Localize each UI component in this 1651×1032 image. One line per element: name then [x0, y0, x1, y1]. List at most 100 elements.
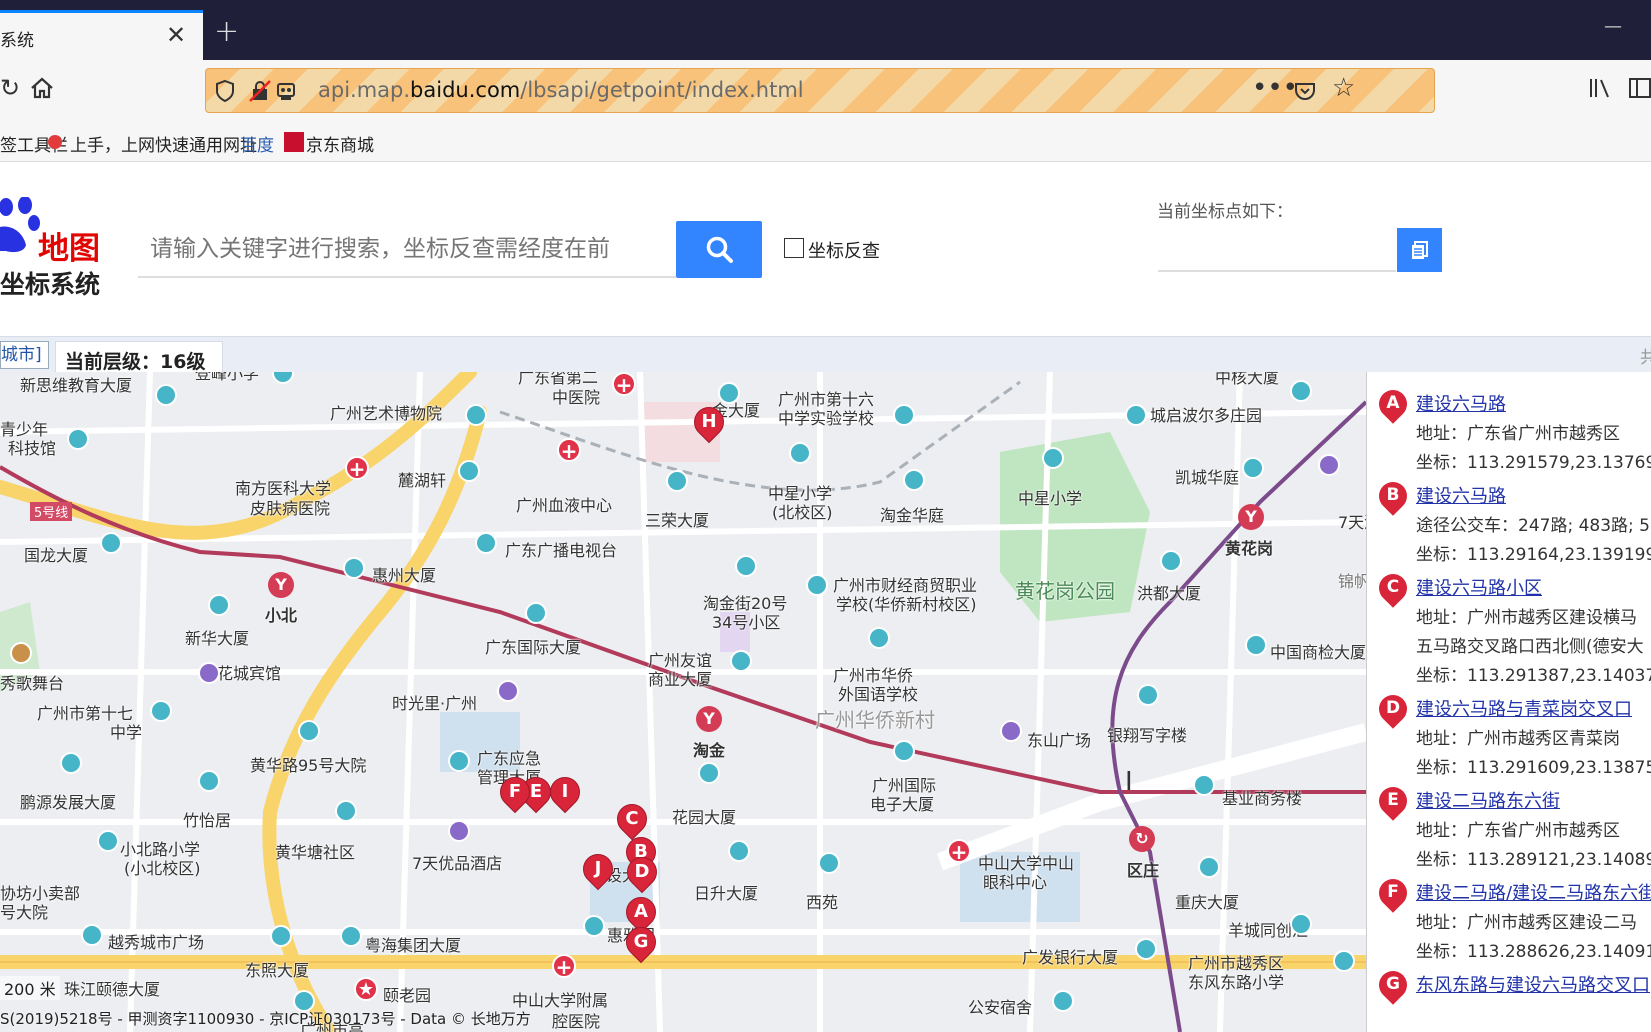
hospital-icon[interactable]: +	[947, 839, 971, 863]
result-name-link[interactable]: 建设六马路与青菜岗交叉口	[1416, 695, 1632, 721]
active-tab[interactable]: 系统 ✕	[0, 10, 203, 60]
poi-icon[interactable]	[97, 830, 119, 852]
sidebar-icon[interactable]	[1628, 76, 1651, 100]
search-button[interactable]	[676, 221, 762, 278]
pocket-icon[interactable]	[1293, 79, 1317, 103]
poi-icon[interactable]	[335, 800, 357, 822]
poi-icon[interactable]	[525, 602, 547, 624]
marker-i[interactable]: I	[543, 770, 587, 817]
poi-icon[interactable]	[475, 532, 497, 554]
shield-icon[interactable]	[214, 79, 236, 103]
more-actions-icon[interactable]: •••	[1252, 73, 1298, 103]
metro-station-icon[interactable]: Y	[696, 706, 722, 732]
poi-icon[interactable]	[67, 428, 89, 450]
shopping-icon[interactable]	[497, 680, 519, 702]
result-name-link[interactable]: 东风东路与建设六马路交叉口	[1416, 971, 1650, 997]
poi-icon[interactable]	[730, 650, 752, 672]
marker-d[interactable]: D	[620, 850, 664, 897]
hospital-icon[interactable]: +	[345, 456, 369, 480]
poi-icon[interactable]	[81, 924, 103, 946]
poi-icon[interactable]	[903, 469, 925, 491]
home-icon[interactable]	[29, 75, 55, 101]
poi-icon[interactable]	[298, 720, 320, 742]
marker-g[interactable]: G	[619, 920, 663, 967]
minimize-icon[interactable]: —	[1604, 16, 1622, 37]
marker-h[interactable]: H	[687, 400, 731, 447]
reverse-lookup-checkbox[interactable]	[784, 238, 804, 258]
bookmark-item[interactable]: 百度	[240, 131, 274, 156]
poi-icon[interactable]	[1242, 457, 1264, 479]
poi-icon[interactable]	[868, 627, 890, 649]
poi-icon[interactable]	[60, 752, 82, 774]
poi-icon[interactable]	[666, 470, 688, 492]
poi-icon[interactable]	[1245, 634, 1267, 656]
result-name-link[interactable]: 建设二马路/建设二马路东六街	[1416, 879, 1651, 905]
poi-icon[interactable]	[343, 557, 365, 579]
poi-icon[interactable]	[208, 594, 230, 616]
landmark-star-icon[interactable]: ★	[354, 977, 378, 1001]
poi-icon[interactable]	[100, 532, 122, 554]
poi-icon[interactable]	[155, 384, 177, 406]
poi-icon[interactable]	[1052, 990, 1074, 1012]
bookmark-item[interactable]: 上手，上网快速通用网址	[70, 131, 257, 156]
switch-city-link[interactable]: 城市]	[0, 341, 49, 369]
poi-icon[interactable]	[1042, 447, 1064, 469]
metro-station-icon[interactable]: Y	[268, 572, 294, 598]
poi-icon[interactable]	[728, 840, 750, 862]
poi-icon[interactable]	[458, 460, 480, 482]
result-name-link[interactable]: 建设六马路小区	[1416, 574, 1542, 600]
hospital-icon[interactable]: +	[552, 954, 576, 978]
poi-icon[interactable]	[718, 382, 740, 404]
poi-icon[interactable]	[1160, 550, 1182, 572]
bookmark-star-icon[interactable]: ☆	[1332, 73, 1355, 103]
poi-icon[interactable]	[1135, 938, 1157, 960]
poi-icon[interactable]	[893, 740, 915, 762]
library-icon[interactable]	[1587, 76, 1613, 100]
permissions-icon[interactable]	[274, 79, 298, 103]
theatre-icon[interactable]	[10, 642, 32, 664]
coordinate-field[interactable]	[1158, 228, 1396, 272]
insecure-lock-icon[interactable]	[248, 79, 272, 103]
marker-f[interactable]: F	[493, 770, 537, 817]
poi-icon[interactable]	[465, 404, 487, 426]
search-input[interactable]	[150, 233, 660, 265]
metro-station-icon[interactable]: ↻	[1129, 826, 1155, 852]
hotel-icon[interactable]	[198, 662, 220, 684]
poi-icon[interactable]	[893, 404, 915, 426]
result-name-link[interactable]: 建设六马路	[1416, 482, 1506, 508]
result-name-link[interactable]: 建设六马路	[1416, 390, 1506, 416]
hospital-icon[interactable]: +	[612, 372, 636, 396]
poi-icon[interactable]	[1333, 950, 1355, 972]
copy-button[interactable]	[1397, 228, 1442, 272]
poi-icon[interactable]	[698, 762, 720, 784]
marker-c[interactable]: C	[610, 797, 654, 844]
metro-station-icon[interactable]: Y	[1238, 504, 1264, 530]
close-tab-icon[interactable]: ✕	[166, 21, 186, 49]
poi-icon[interactable]	[448, 750, 470, 772]
poi-icon[interactable]	[789, 442, 811, 464]
result-name-link[interactable]: 建设二马路东六街	[1416, 787, 1560, 813]
shopping-icon[interactable]	[1000, 720, 1022, 742]
hospital-icon[interactable]: +	[557, 438, 581, 462]
poi-icon[interactable]	[583, 915, 605, 937]
new-tab-icon[interactable]: +	[214, 14, 239, 49]
poi-icon[interactable]	[340, 925, 362, 947]
marker-j[interactable]: J	[576, 847, 620, 894]
poi-icon[interactable]	[150, 700, 172, 722]
poi-icon[interactable]	[1193, 774, 1215, 796]
hotel-icon[interactable]	[448, 820, 470, 842]
poi-icon[interactable]	[198, 770, 220, 792]
poi-icon[interactable]	[1137, 684, 1159, 706]
map-canvas[interactable]: 新思维教育大厦 登峰小学 广东省第二 中医院 金大厦 广州市第十六 中学实验学校…	[0, 372, 1366, 1032]
poi-icon[interactable]	[1290, 380, 1312, 402]
poi-icon[interactable]	[735, 555, 757, 577]
hotel-icon[interactable]	[1318, 454, 1340, 476]
poi-icon[interactable]	[270, 925, 292, 947]
reload-icon[interactable]: ↻	[0, 74, 20, 102]
poi-icon[interactable]	[1290, 913, 1312, 935]
poi-icon[interactable]	[818, 852, 840, 874]
bookmark-item[interactable]: 京东商城	[306, 131, 374, 156]
baidu-map-logo[interactable]: 地图 坐标系统	[0, 195, 120, 305]
poi-icon[interactable]	[806, 574, 828, 596]
url-bar[interactable]: api.map.baidu.com/lbsapi/getpoint/index.…	[205, 68, 1435, 113]
